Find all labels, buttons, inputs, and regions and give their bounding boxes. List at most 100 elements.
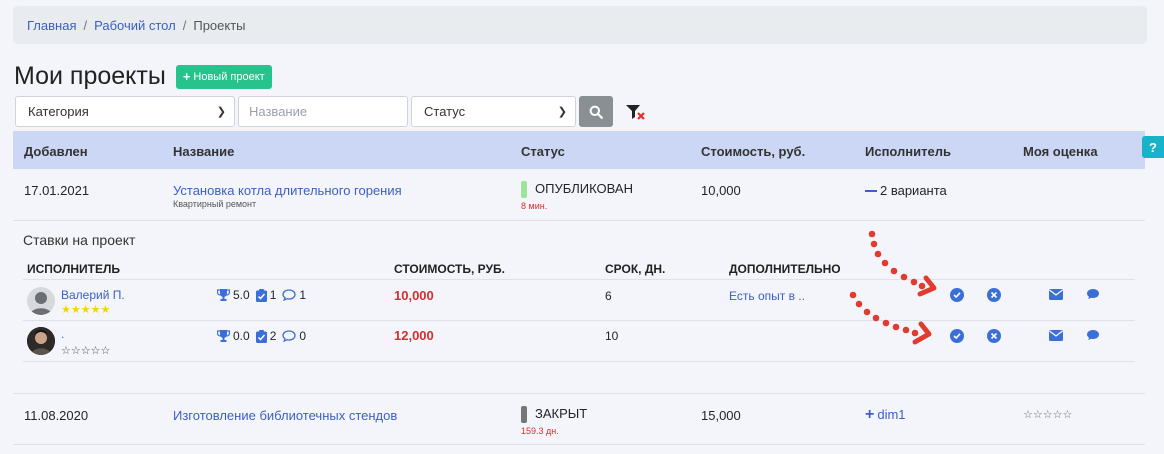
bid-row: . ☆☆☆☆☆ 0.0 2 0 12,000 10	[23, 321, 1135, 362]
clipboard-check-icon	[255, 329, 267, 343]
breadcrumb-separator: /	[182, 17, 187, 33]
project-category: Квартирный ремонт	[173, 199, 257, 209]
bids-col-extra: ДОПОЛНИТЕЛЬНО	[729, 262, 841, 276]
breadcrumb-current: Проекты	[193, 17, 246, 33]
executor-variants-label: 2 варианта	[880, 183, 947, 198]
comment-icon	[282, 289, 297, 301]
chevron-down-icon: ❯	[557, 106, 567, 118]
trophy-value: 0.0	[233, 329, 250, 343]
bid-row: Валерий П. ★★★★★ 5.0 1 1 10,000 6 Есть о…	[23, 280, 1135, 321]
executor-variants[interactable]: 2 варианта	[865, 183, 947, 198]
bids-col-term: СРОК, ДН.	[605, 262, 666, 276]
status-badge: ОПУБЛИКОВАН	[521, 181, 633, 199]
col-rating: Моя оценка	[1023, 144, 1098, 159]
plus-icon: +	[865, 405, 875, 423]
trophy-icon	[217, 330, 230, 342]
bids-col-cost: СТОИМОСТЬ, РУБ.	[394, 262, 505, 276]
breadcrumb-home-link[interactable]: Главная	[27, 18, 76, 33]
tasks-value: 1	[269, 288, 277, 302]
row-date: 17.01.2021	[24, 183, 90, 198]
new-project-button[interactable]: + Новый проект	[175, 64, 272, 89]
col-added: Добавлен	[24, 144, 88, 159]
bidder-name-link[interactable]: Валерий П.	[61, 288, 125, 302]
close-icon	[990, 332, 998, 340]
filter-clear-icon	[626, 104, 645, 120]
project-name-link[interactable]: Изготовление библиотечных стендов	[173, 408, 397, 423]
my-rating-stars[interactable]: ☆☆☆☆☆	[1023, 409, 1072, 421]
project-name-link[interactable]: Установка котла длительного горения	[173, 183, 402, 198]
status-time: 159.3 дн.	[521, 426, 559, 436]
reject-bid-button[interactable]	[987, 329, 1001, 343]
trophy-stat: 5.0	[217, 288, 250, 302]
trophy-stat: 0.0	[217, 329, 250, 343]
col-cost: Стоимость, руб.	[701, 144, 806, 159]
name-input[interactable]	[238, 96, 408, 127]
user-avatar-icon	[30, 292, 52, 315]
search-icon	[589, 105, 603, 119]
status-badge: ЗАКРЫТ	[521, 406, 588, 424]
comments-stat: 1	[282, 288, 306, 302]
message-button[interactable]	[1049, 330, 1063, 344]
breadcrumb: Главная / Рабочий стол / Проекты	[13, 6, 1147, 44]
status-text: ЗАКРЫТ	[535, 406, 588, 421]
status-select[interactable]: Статус ❯	[411, 96, 576, 127]
status-time: 8 мин.	[521, 201, 548, 211]
bid-price: 10,000	[394, 288, 434, 303]
bid-price: 12,000	[394, 328, 434, 343]
clear-filter-button[interactable]	[625, 102, 647, 122]
search-button[interactable]	[579, 96, 613, 127]
new-project-label: Новый проект	[193, 70, 265, 83]
accept-bid-button[interactable]	[950, 329, 964, 343]
bids-title: Ставки на проект	[23, 232, 136, 248]
envelope-icon	[1049, 289, 1063, 300]
status-select-value: Статус	[424, 104, 466, 119]
message-button[interactable]	[1049, 289, 1063, 303]
status-indicator	[521, 181, 527, 199]
reject-bid-button[interactable]	[987, 288, 1001, 302]
check-icon	[953, 333, 961, 340]
comments-value: 0	[299, 329, 307, 343]
bid-term: 10	[605, 329, 619, 343]
minus-icon	[865, 189, 877, 192]
category-select-value: Категория	[28, 104, 89, 119]
annotation-arrow-icon	[849, 291, 932, 345]
bidder-stars: ★★★★★	[61, 304, 111, 316]
tasks-value: 2	[269, 329, 277, 343]
clipboard-check-icon	[255, 288, 267, 302]
category-select[interactable]: Категория ❯	[15, 96, 235, 127]
executor-link[interactable]: + dim1	[865, 405, 906, 423]
row-cost: 15,000	[701, 408, 741, 423]
chat-button[interactable]	[1086, 288, 1100, 303]
row-date: 11.08.2020	[24, 408, 89, 423]
table-row: 17.01.2021 Установка котла длительного г…	[13, 169, 1145, 221]
comments-value: 1	[299, 288, 307, 302]
check-icon	[953, 292, 961, 299]
tasks-stat: 2	[255, 329, 277, 343]
tasks-stat: 1	[255, 288, 277, 302]
table-row: 11.08.2020 Изготовление библиотечных сте…	[13, 393, 1145, 445]
close-icon	[990, 291, 998, 299]
trophy-icon	[217, 289, 230, 301]
executor-name: dim1	[877, 407, 906, 422]
comment-icon	[282, 330, 297, 342]
status-indicator	[521, 406, 527, 424]
page-title: Мои проекты	[14, 62, 166, 90]
avatar[interactable]	[27, 287, 55, 315]
bidder-stats: 5.0 1 1	[217, 288, 312, 302]
col-status: Статус	[521, 144, 565, 159]
chat-button[interactable]	[1086, 329, 1100, 344]
col-name: Название	[173, 144, 235, 159]
comments-stat: 0	[282, 329, 306, 343]
bid-extra-link[interactable]: Есть опыт в ..	[729, 289, 805, 303]
avatar[interactable]	[27, 327, 55, 355]
bidder-name-link[interactable]: .	[61, 327, 64, 341]
projects-table-header: Добавлен Название Статус Стоимость, руб.…	[13, 131, 1145, 169]
col-executor: Исполнитель	[865, 144, 951, 159]
filters-bar: Категория ❯ Статус ❯	[15, 96, 647, 127]
accept-bid-button[interactable]	[950, 288, 964, 302]
breadcrumb-desktop-link[interactable]: Рабочий стол	[94, 18, 176, 33]
help-button[interactable]: ?	[1142, 136, 1164, 158]
bids-col-executor: ИСПОЛНИТЕЛЬ	[27, 262, 121, 276]
chevron-down-icon: ❯	[216, 106, 226, 118]
status-text: ОПУБЛИКОВАН	[535, 181, 633, 196]
